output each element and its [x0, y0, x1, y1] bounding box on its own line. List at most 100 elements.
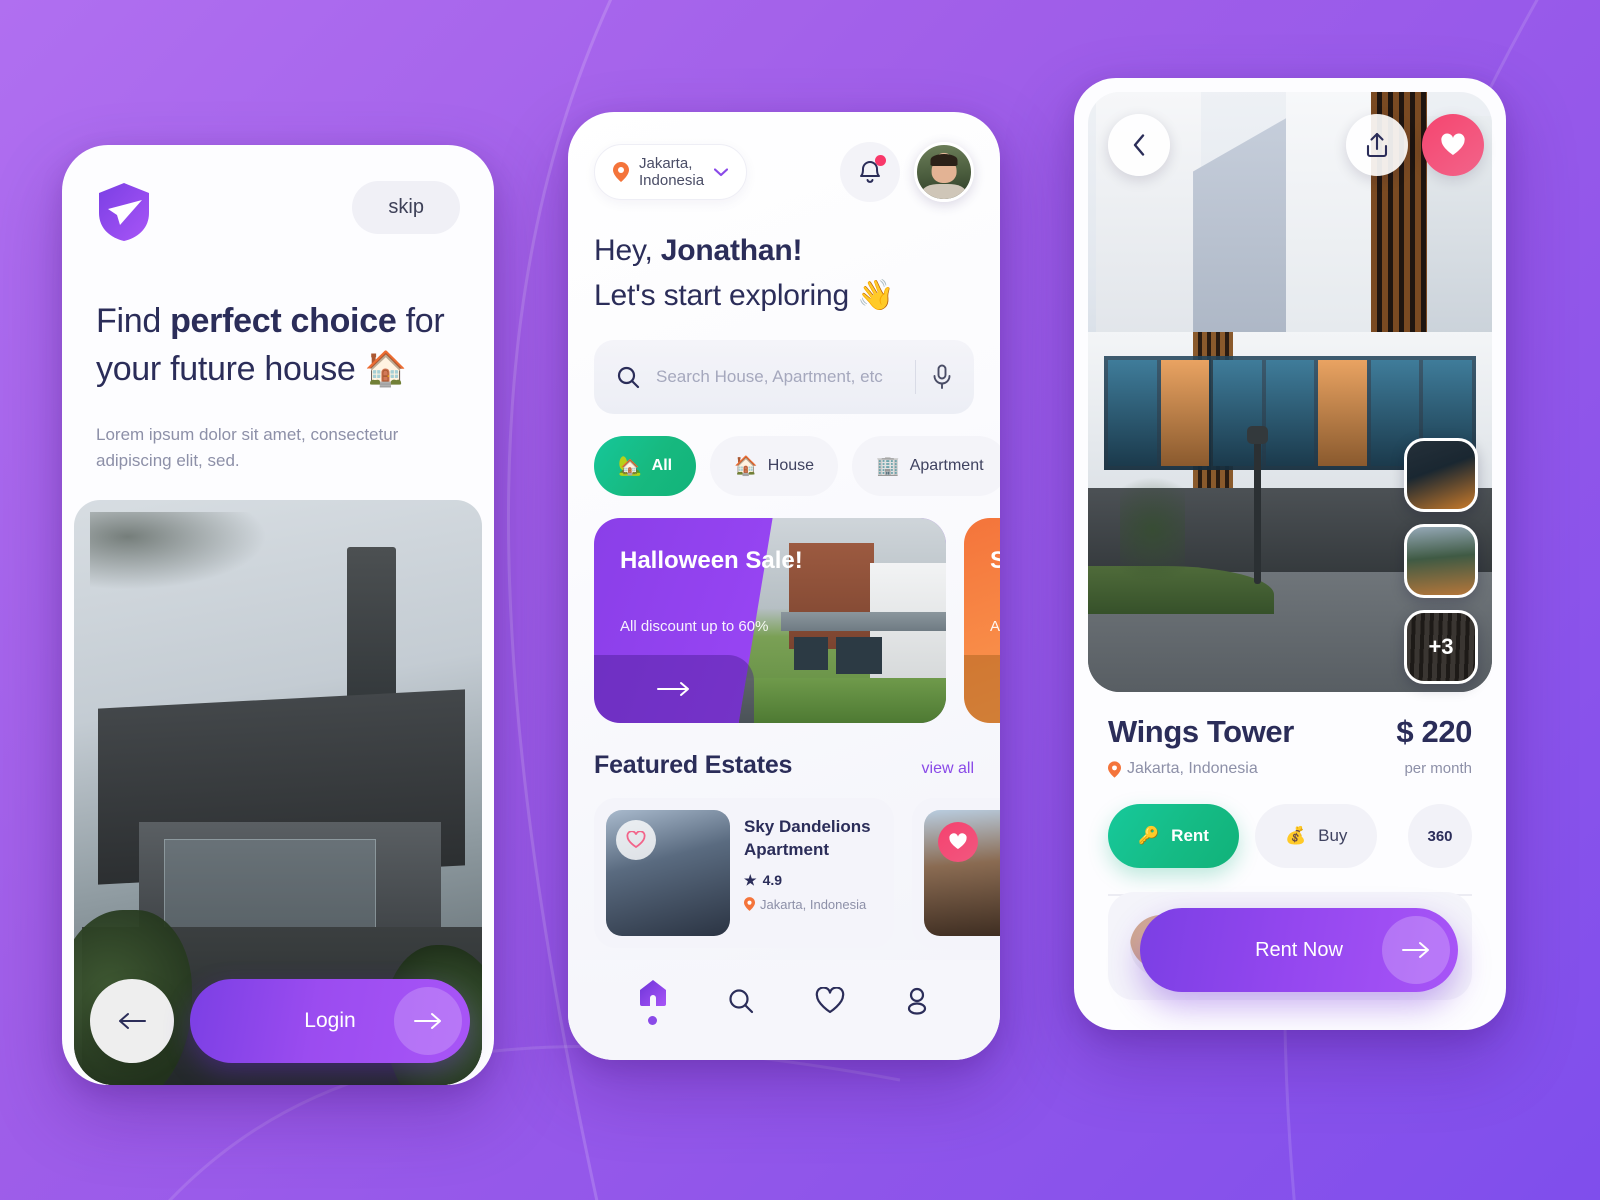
arrow-left-icon — [117, 1011, 147, 1031]
tab-favorites[interactable] — [815, 987, 845, 1015]
login-button[interactable]: Login — [190, 979, 470, 1063]
chevron-left-icon — [1132, 134, 1146, 156]
bottom-navigation — [568, 960, 1000, 1060]
greeting-name: Jonathan! — [660, 234, 803, 267]
key-emoji: 🔑 — [1138, 826, 1160, 845]
page-title: Find perfect choice for your future hous… — [96, 297, 460, 394]
filter-chip-all[interactable]: 🏡 All — [594, 436, 697, 496]
headline-bold: perfect choice — [170, 302, 397, 340]
arrow-right-icon — [1382, 916, 1450, 984]
promo-arrow-button[interactable] — [594, 655, 754, 723]
microphone-icon[interactable] — [932, 364, 952, 390]
estate-thumbnail — [924, 810, 1000, 936]
promo-title: Summer Vacation — [990, 547, 1000, 574]
profile-icon — [904, 987, 930, 1015]
avatar[interactable] — [914, 142, 974, 202]
onboarding-screen: skip Find perfect choice for your future… — [62, 145, 494, 1085]
wave-emoji: 👋 — [857, 279, 895, 312]
search-icon — [616, 365, 640, 389]
rent-label: Rent — [1171, 826, 1209, 845]
buy-toggle-button[interactable]: 💰 Buy — [1254, 804, 1378, 868]
buy-label: Buy — [1318, 826, 1348, 845]
location-label: Jakarta, Indonesia — [1127, 760, 1258, 777]
location-selector[interactable]: Jakarta, Indonesia — [594, 144, 748, 200]
onboarding-header: skip — [62, 145, 494, 243]
category-filters: 🏡 All 🏠 House 🏢 Apartment — [594, 436, 1000, 496]
chevron-down-icon — [714, 167, 729, 177]
divider — [914, 360, 916, 394]
filter-label: Apartment — [909, 457, 984, 474]
map-pin-icon — [744, 897, 755, 912]
login-label: Login — [304, 1009, 356, 1032]
rent-toggle-button[interactable]: 🔑 Rent — [1108, 804, 1239, 868]
heart-icon[interactable] — [616, 820, 656, 860]
home-icon — [638, 978, 668, 1008]
back-button[interactable] — [1108, 114, 1170, 176]
property-price: $ 220 — [1396, 714, 1472, 749]
map-pin-icon — [613, 162, 629, 182]
promo-title: Halloween Sale! — [620, 547, 803, 574]
rent-now-button[interactable]: Rent Now — [1140, 908, 1458, 992]
page-title: Wings Tower — [1108, 714, 1294, 749]
gallery-thumbnails: +3 — [1404, 438, 1478, 684]
location-label: Jakarta, Indonesia — [760, 896, 867, 912]
list-item[interactable]: Ocean Villa Resort ★ 4.8 Bali, Indonesia — [912, 798, 1000, 948]
promo-card-halloween[interactable]: Halloween Sale! All discount up to 60% — [594, 518, 946, 723]
onboarding-actions: Login — [90, 979, 470, 1063]
property-detail-screen: +3 ★ 4.9 🏢 Apartment Wings Tower Jakarta… — [1074, 78, 1506, 1030]
promo-carousel: Halloween Sale! All discount up to 60% S… — [594, 518, 1000, 723]
greeting: Hey, Jonathan! Let's start exploring 👋 — [594, 228, 974, 318]
view-360-button[interactable]: 360 — [1408, 804, 1472, 868]
promo-subtitle: All discount up to 60% — [620, 618, 769, 635]
gallery-thumb-2[interactable] — [1404, 524, 1478, 598]
active-indicator — [648, 1015, 658, 1025]
price-period: per month — [1404, 760, 1472, 777]
promo-arrow-button[interactable] — [964, 655, 1000, 723]
money-bag-emoji: 💰 — [1284, 826, 1307, 845]
property-location: Jakarta, Indonesia — [1108, 760, 1294, 778]
filter-chip-house[interactable]: 🏠 House — [710, 436, 839, 496]
estate-name: Sky Dandelions Apartment — [744, 817, 871, 859]
greeting-plain: Hey, — [594, 234, 661, 267]
home-screen: Jakarta, Indonesia Hey, Jonathan! Let's … — [568, 112, 1000, 1060]
map-pin-icon — [1108, 760, 1121, 778]
headline-part-1: Find — [96, 302, 171, 340]
location-label: Jakarta, Indonesia — [639, 155, 705, 189]
promo-card-summer[interactable]: Summer Vacation All discount — [964, 518, 1000, 723]
notifications-button[interactable] — [840, 142, 900, 202]
filter-label: House — [767, 457, 815, 474]
gallery-thumb-more[interactable]: +3 — [1404, 610, 1478, 684]
home-header: Jakarta, Indonesia — [568, 112, 1000, 202]
detail-top-actions — [1108, 114, 1484, 176]
star-icon: ★ — [744, 871, 757, 888]
share-button[interactable] — [1346, 114, 1408, 176]
favorite-button[interactable] — [1422, 114, 1484, 176]
house-garden-emoji: 🏡 — [618, 456, 642, 477]
view-360-label: 360 — [1427, 827, 1453, 845]
tab-profile[interactable] — [904, 987, 930, 1015]
notification-badge — [875, 155, 886, 166]
detail-body: Wings Tower Jakarta, Indonesia $ 220 per… — [1074, 692, 1506, 896]
arrow-right-icon — [394, 987, 462, 1055]
gallery-thumb-1[interactable] — [1404, 438, 1478, 512]
house-emoji: 🏠 — [364, 350, 407, 389]
more-count-label: +3 — [1407, 613, 1475, 681]
house-emoji: 🏠 — [734, 456, 758, 477]
heart-icon — [815, 987, 845, 1015]
heart-filled-icon[interactable] — [938, 822, 978, 862]
search-icon — [727, 987, 755, 1015]
section-title: Featured Estates — [594, 751, 793, 779]
shield-plane-logo — [96, 181, 152, 243]
onboarding-body-text: Lorem ipsum dolor sit amet, consectetur … — [96, 424, 399, 470]
filter-chip-apartment[interactable]: 🏢 Apartment — [852, 436, 1000, 496]
view-all-link[interactable]: view all — [922, 760, 974, 778]
tab-home[interactable] — [638, 978, 668, 1025]
filter-label: All — [651, 457, 673, 474]
promo-subtitle: All discount — [990, 618, 1000, 635]
search-input[interactable] — [656, 367, 899, 387]
tab-search[interactable] — [727, 987, 755, 1015]
skip-button[interactable]: skip — [352, 181, 460, 234]
back-button[interactable] — [90, 979, 174, 1063]
list-item[interactable]: Sky Dandelions Apartment ★ 4.9 Jakarta, … — [594, 798, 894, 948]
search-bar[interactable] — [594, 340, 974, 414]
